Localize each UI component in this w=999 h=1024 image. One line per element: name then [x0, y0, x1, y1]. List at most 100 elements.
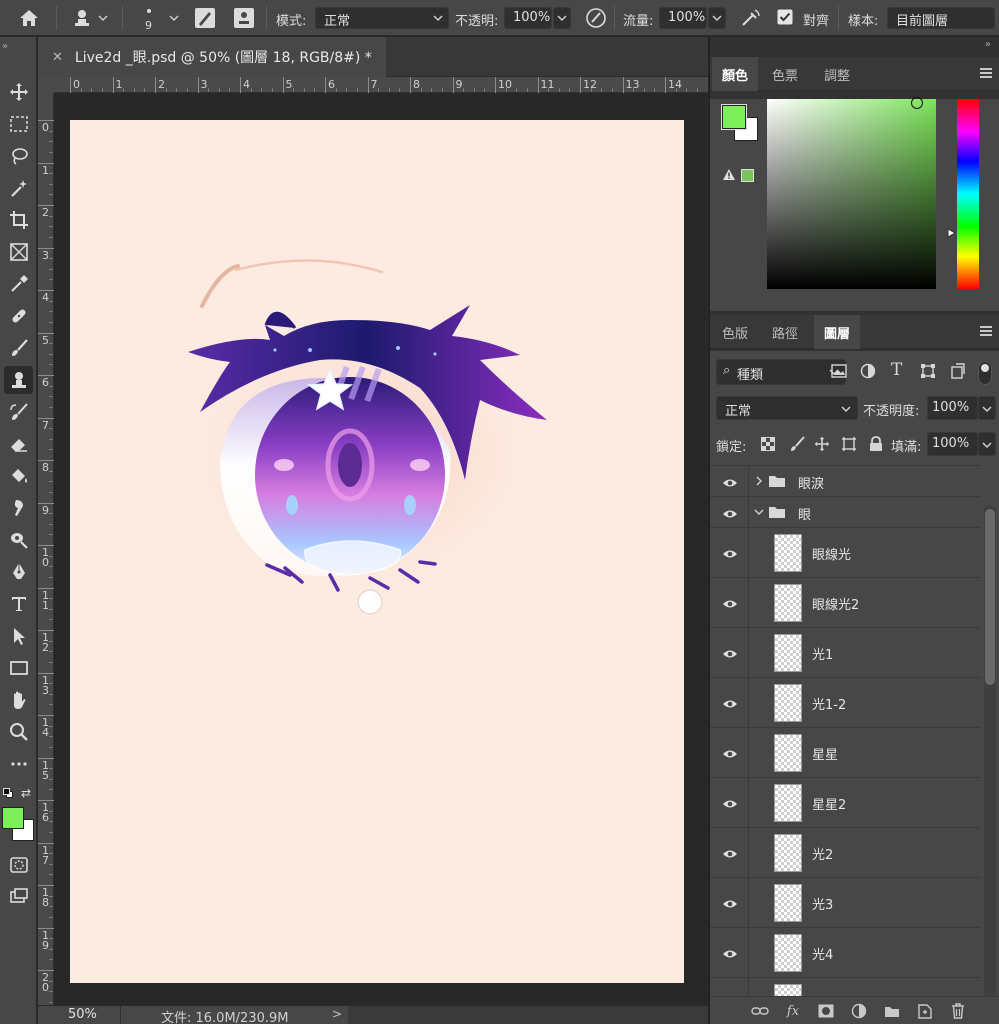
rectangle-tool[interactable] — [4, 654, 33, 682]
link-layers-icon[interactable] — [750, 1002, 770, 1020]
vertical-ruler[interactable]: 0 1 2 3 4 5 6 7 8 9 1 0 1 1 1 2 1 3 1 4 1 5 1 6 1 7 1 8 1 9… — [38, 93, 54, 1005]
aligned-checkbox[interactable] — [776, 8, 794, 26]
status-menu-arrow-icon[interactable]: > — [332, 1007, 342, 1021]
filter-pixel-icon[interactable] — [831, 364, 847, 382]
delete-layer-icon[interactable] — [948, 1002, 968, 1020]
layer-row[interactable]: 眼線光2 — [710, 578, 981, 628]
layer-thumbnail[interactable] — [774, 534, 802, 572]
zoom-level[interactable]: 50% — [38, 1006, 120, 1024]
filter-smart-object-icon[interactable] — [950, 363, 966, 383]
filter-toggle[interactable] — [978, 361, 992, 385]
hand-tool[interactable] — [4, 686, 33, 714]
tab-adjustments[interactable]: 調整 — [814, 57, 860, 91]
visibility-toggle[interactable] — [710, 928, 749, 977]
flow-input[interactable]: 100% — [659, 7, 707, 29]
layer-group-row[interactable]: 眼 — [710, 497, 981, 528]
more-tools[interactable] — [4, 750, 33, 778]
panel-menu-icon[interactable] — [980, 326, 992, 336]
visibility-toggle[interactable] — [710, 728, 749, 777]
pen-tool[interactable] — [4, 558, 33, 586]
layer-row[interactable]: 光4 — [710, 928, 981, 978]
new-layer-icon[interactable] — [915, 1002, 935, 1020]
out-of-gamut-warning-icon[interactable] — [722, 168, 736, 185]
layers-scrollbar-thumb[interactable] — [985, 509, 995, 685]
visibility-toggle[interactable] — [710, 878, 749, 927]
layer-row[interactable]: 光1-2 — [710, 678, 981, 728]
history-brush-tool[interactable] — [4, 398, 33, 426]
filter-type-icon[interactable]: T — [891, 360, 902, 380]
tab-color[interactable]: 顏色 — [712, 57, 759, 91]
zoom-tool[interactable] — [4, 718, 33, 746]
layer-opacity-input[interactable]: 100% — [927, 396, 978, 420]
new-adjustment-layer-icon[interactable] — [849, 1002, 869, 1020]
hue-slider[interactable] — [957, 99, 979, 289]
mode-select[interactable]: 正常 — [315, 7, 449, 29]
brush-settings-panel-toggle[interactable] — [192, 6, 218, 30]
opacity-input[interactable]: 100% — [504, 7, 552, 29]
fill-input[interactable]: 100% — [927, 432, 978, 456]
clone-stamp-tool[interactable] — [4, 366, 33, 394]
chevron-down-icon[interactable] — [754, 506, 764, 521]
panel-foreground-swatch[interactable] — [721, 104, 747, 130]
visibility-toggle[interactable] — [710, 466, 749, 496]
home-icon[interactable] — [16, 6, 42, 30]
lock-transparent-pixels-icon[interactable] — [761, 437, 775, 455]
layer-row[interactable] — [710, 978, 981, 996]
collapse-dock-icon[interactable]: » — [985, 39, 991, 50]
visibility-toggle[interactable] — [710, 628, 749, 677]
layer-thumbnail[interactable] — [774, 884, 802, 922]
visibility-toggle[interactable] — [710, 978, 749, 996]
tab-channels[interactable]: 色版 — [712, 315, 758, 349]
clone-source-panel-toggle[interactable] — [231, 6, 257, 30]
quick-mask-button[interactable] — [4, 851, 33, 879]
path-selection-tool[interactable] — [4, 622, 33, 650]
brush-tool[interactable] — [4, 334, 33, 362]
new-group-folder-icon[interactable] — [882, 1002, 902, 1020]
lock-all-icon[interactable] — [869, 436, 883, 456]
layer-thumbnail[interactable] — [774, 834, 802, 872]
layer-opacity-dropdown[interactable] — [978, 396, 996, 420]
magic-wand-tool[interactable] — [4, 174, 33, 202]
collapse-toolbar-icon[interactable]: » — [2, 41, 8, 52]
layer-thumbnail[interactable] — [774, 584, 802, 622]
lock-artboard-icon[interactable] — [841, 436, 857, 456]
brush-preset-picker[interactable]: 9 — [134, 2, 184, 34]
visibility-toggle[interactable] — [710, 578, 749, 627]
sample-select[interactable]: 目前圖層 — [887, 7, 995, 29]
filter-adjustment-icon[interactable] — [860, 363, 876, 383]
airbrush-button[interactable] — [738, 6, 764, 30]
filter-shape-icon[interactable] — [920, 363, 936, 383]
flow-dropdown[interactable] — [708, 7, 726, 29]
canvas[interactable] — [70, 120, 684, 983]
layer-style-fx-icon[interactable]: fx — [783, 1002, 803, 1020]
default-colors-icon[interactable] — [3, 788, 13, 798]
swap-colors-icon[interactable]: ⇄ — [21, 786, 31, 800]
fill-dropdown[interactable] — [978, 432, 996, 456]
eyedropper-tool[interactable] — [4, 270, 33, 298]
layer-row[interactable]: 光1 — [710, 628, 981, 678]
panel-menu-icon[interactable] — [980, 68, 992, 78]
frame-tool[interactable] — [4, 238, 33, 266]
layer-thumbnail[interactable] — [774, 634, 802, 672]
layer-row[interactable]: 星星 — [710, 728, 981, 778]
opacity-dropdown[interactable] — [553, 7, 571, 29]
eraser-tool[interactable] — [4, 430, 33, 458]
smudge-tool[interactable] — [4, 494, 33, 522]
visibility-toggle[interactable] — [710, 678, 749, 727]
blend-mode-select[interactable]: 正常 — [716, 396, 858, 420]
foreground-color-swatch[interactable] — [2, 807, 24, 829]
add-layer-mask-icon[interactable] — [816, 1002, 836, 1020]
type-tool[interactable] — [4, 590, 33, 618]
layer-group-row[interactable]: 眼淚 — [710, 466, 981, 497]
tab-paths[interactable]: 路徑 — [762, 315, 808, 349]
layer-row[interactable]: 眼線光 — [710, 528, 981, 578]
visibility-toggle[interactable] — [710, 497, 749, 527]
hue-slider-handle[interactable] — [947, 227, 957, 242]
lock-image-pixels-icon[interactable] — [789, 436, 805, 456]
tool-preset-picker[interactable] — [68, 6, 112, 30]
layer-thumbnail[interactable] — [774, 934, 802, 972]
visibility-toggle[interactable] — [710, 528, 749, 577]
ruler-origin[interactable] — [38, 77, 54, 93]
layer-row[interactable]: 光3 — [710, 878, 981, 928]
tab-layers[interactable]: 圖層 — [814, 315, 861, 349]
